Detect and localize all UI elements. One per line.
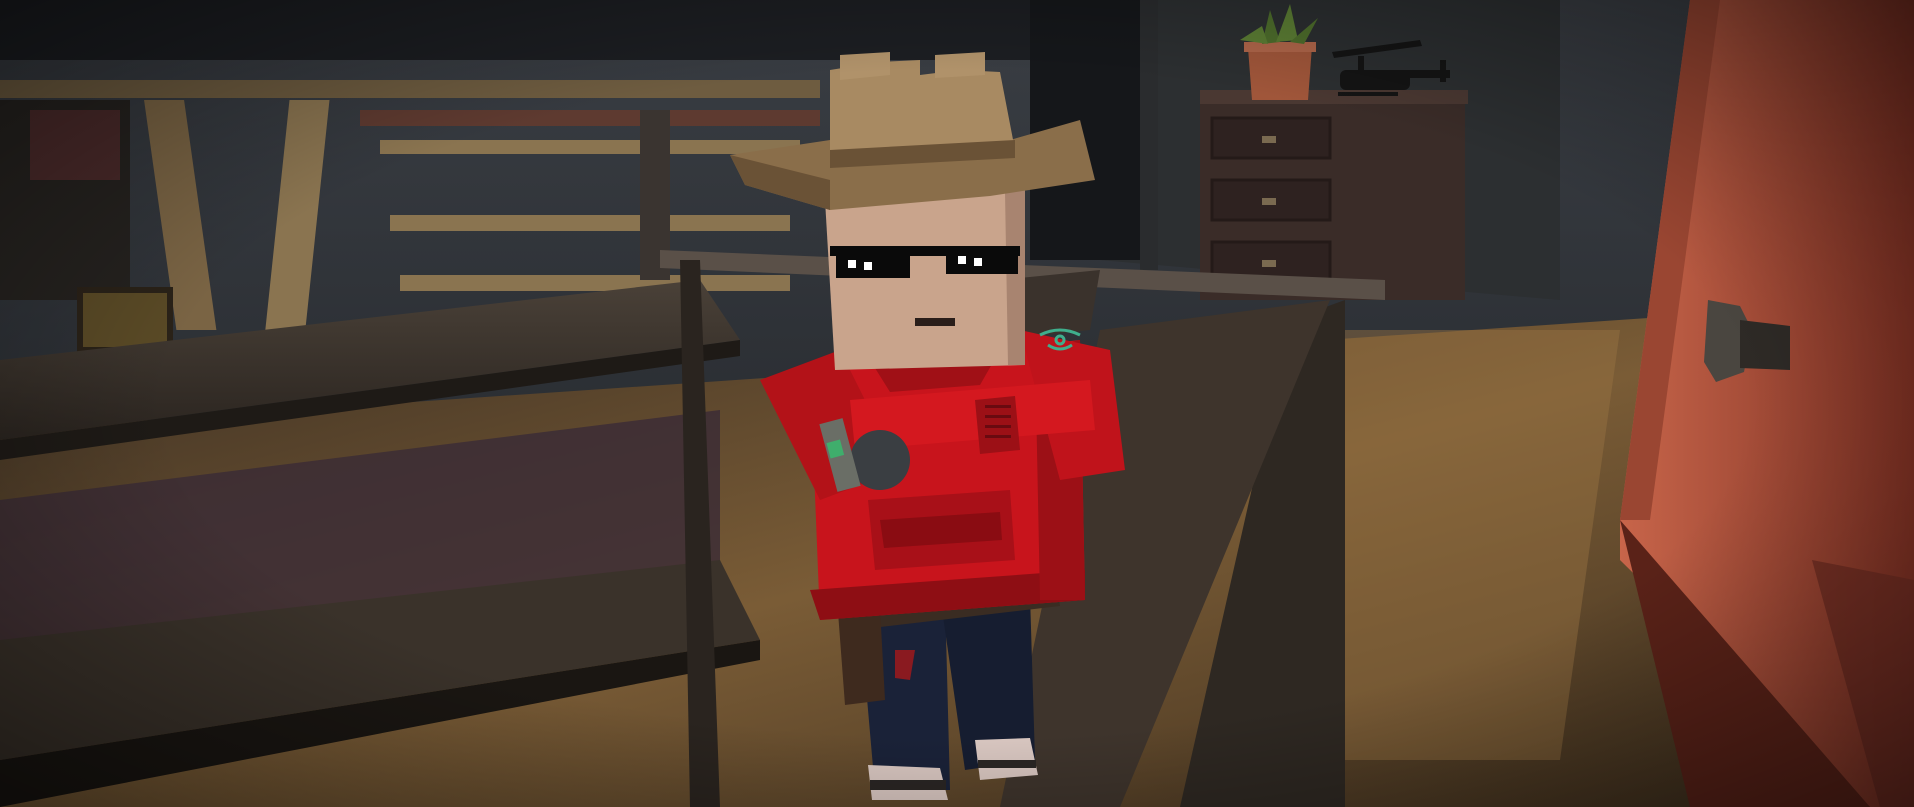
dresser <box>1200 90 1468 300</box>
game-viewport[interactable] <box>0 0 1914 807</box>
character-head <box>825 190 1025 370</box>
ceiling-beam <box>0 0 1100 60</box>
character-mouth <box>915 318 955 326</box>
doorway-frame <box>1140 0 1158 270</box>
holster <box>838 608 885 705</box>
